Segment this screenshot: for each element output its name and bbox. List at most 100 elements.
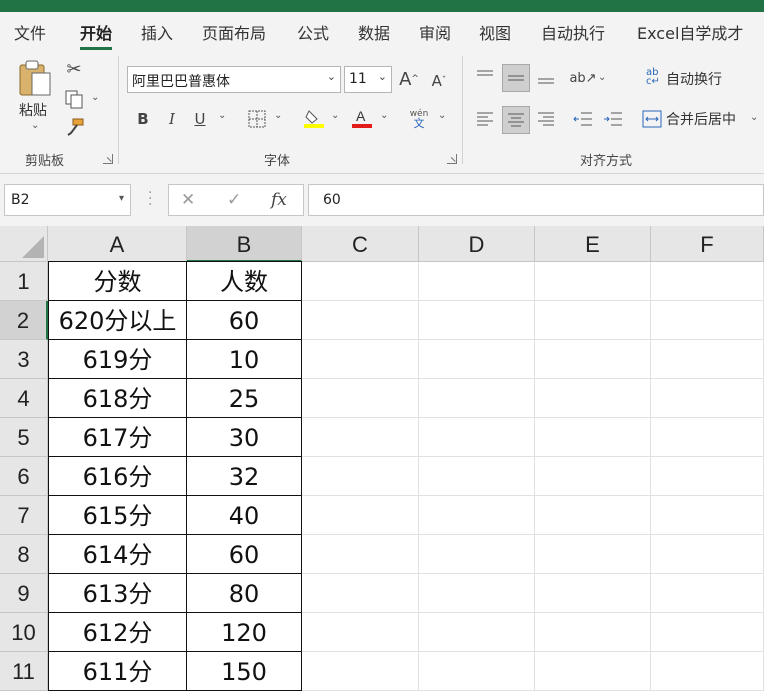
align-right-icon[interactable] [535,106,557,132]
merge-dropdown-icon[interactable]: ⌄ [750,112,758,123]
cell-a5[interactable]: 617分 [48,418,187,457]
cell-a8[interactable]: 614分 [48,535,187,574]
column-header-c[interactable]: C [302,226,419,262]
wrap-text-icon[interactable]: ab c↵ [643,66,663,88]
cell-b2[interactable]: 60 [187,301,302,340]
cell-d10[interactable] [419,613,535,652]
orientation-dropdown-icon[interactable]: ⌄ [598,72,606,83]
fill-color-dropdown-icon[interactable]: ⌄ [331,110,339,121]
column-header-b[interactable]: B [187,226,302,262]
row-header-3[interactable]: 3 [0,340,48,379]
cell-c11[interactable] [302,652,419,691]
row-header-7[interactable]: 7 [0,496,48,535]
cell-e11[interactable] [535,652,651,691]
cell-f10[interactable] [651,613,764,652]
fill-color-icon[interactable] [302,106,326,130]
cell-e6[interactable] [535,457,651,496]
clipboard-launcher-icon[interactable] [103,154,113,164]
cell-c7[interactable] [302,496,419,535]
decrease-indent-icon[interactable] [571,106,595,132]
phonetic-icon[interactable]: wén 文 [406,106,432,132]
increase-indent-icon[interactable] [601,106,625,132]
row-header-10[interactable]: 10 [0,613,48,652]
cell-b7[interactable]: 40 [187,496,302,535]
orientation-icon[interactable]: ab↗ [569,66,596,90]
cell-a10[interactable]: 612分 [48,613,187,652]
cell-a1[interactable]: 分数 [48,261,187,301]
underline-dropdown-icon[interactable]: ⌄ [218,110,226,121]
row-header-11[interactable]: 11 [0,652,48,691]
font-size-select[interactable]: 11 ⌄ [344,66,392,93]
copy-dropdown-icon[interactable]: ⌄ [91,92,99,103]
cell-f1[interactable] [651,262,764,301]
cell-b10[interactable]: 120 [187,613,302,652]
column-header-e[interactable]: E [535,226,651,262]
column-header-d[interactable]: D [419,226,535,262]
tab-view[interactable]: 视图 [479,20,511,44]
cell-f8[interactable] [651,535,764,574]
cell-d5[interactable] [419,418,535,457]
row-header-8[interactable]: 8 [0,535,48,574]
align-top-icon[interactable] [474,64,496,90]
cell-c8[interactable] [302,535,419,574]
cell-a4[interactable]: 618分 [48,379,187,418]
tab-excel-self-study[interactable]: Excel自学成才 [637,20,743,44]
cell-d3[interactable] [419,340,535,379]
cell-f9[interactable] [651,574,764,613]
cell-a7[interactable]: 615分 [48,496,187,535]
format-painter-icon[interactable] [64,116,86,138]
cell-f3[interactable] [651,340,764,379]
cell-a9[interactable]: 613分 [48,574,187,613]
paste-dropdown-icon[interactable]: ⌄ [31,120,39,131]
cancel-icon[interactable]: ✕ [181,190,195,210]
cell-f2[interactable] [651,301,764,340]
row-header-5[interactable]: 5 [0,418,48,457]
align-middle-icon[interactable] [502,64,530,92]
cell-f4[interactable] [651,379,764,418]
borders-icon[interactable] [246,108,268,130]
cell-c6[interactable] [302,457,419,496]
shrink-font-icon[interactable]: Aˇ [428,70,450,92]
cell-c10[interactable] [302,613,419,652]
cell-e8[interactable] [535,535,651,574]
paste-icon[interactable] [14,58,56,100]
tab-formulas[interactable]: 公式 [297,20,329,44]
cell-b1[interactable]: 人数 [187,261,302,301]
select-all-button[interactable] [0,226,48,262]
row-header-2[interactable]: 2 [0,301,48,340]
cell-c2[interactable] [302,301,419,340]
row-header-9[interactable]: 9 [0,574,48,613]
cell-e10[interactable] [535,613,651,652]
insert-function-icon[interactable]: fx [271,190,287,210]
font-launcher-icon[interactable] [447,154,457,164]
align-bottom-icon[interactable] [535,64,557,90]
column-header-a[interactable]: A [48,226,187,262]
cell-e3[interactable] [535,340,651,379]
cell-b8[interactable]: 60 [187,535,302,574]
font-name-select[interactable]: 阿里巴巴普惠体 ⌄ [127,66,341,93]
underline-icon[interactable]: U [190,108,210,130]
row-header-4[interactable]: 4 [0,379,48,418]
cell-d9[interactable] [419,574,535,613]
worksheet-grid[interactable]: A B C D E F 1 分数 人数 2 620分以上 60 3 619分 10 4 618分 25 5 617分 3… [0,226,764,694]
cell-d2[interactable] [419,301,535,340]
cell-b6[interactable]: 32 [187,457,302,496]
tab-review[interactable]: 审阅 [419,20,451,44]
cell-c5[interactable] [302,418,419,457]
cell-f11[interactable] [651,652,764,691]
cell-b9[interactable]: 80 [187,574,302,613]
cell-e2[interactable] [535,301,651,340]
cell-b11[interactable]: 150 [187,652,302,691]
font-color-dropdown-icon[interactable]: ⌄ [380,110,388,121]
cell-d11[interactable] [419,652,535,691]
cell-a6[interactable]: 616分 [48,457,187,496]
tab-data[interactable]: 数据 [358,20,390,44]
cell-d6[interactable] [419,457,535,496]
tab-page-layout[interactable]: 页面布局 [202,20,266,44]
copy-icon[interactable] [62,88,86,110]
cell-c9[interactable] [302,574,419,613]
enter-icon[interactable]: ✓ [227,190,241,210]
font-color-icon[interactable]: A [350,106,374,130]
cell-a11[interactable]: 611分 [48,652,187,691]
tab-home[interactable]: 开始 [80,20,113,50]
